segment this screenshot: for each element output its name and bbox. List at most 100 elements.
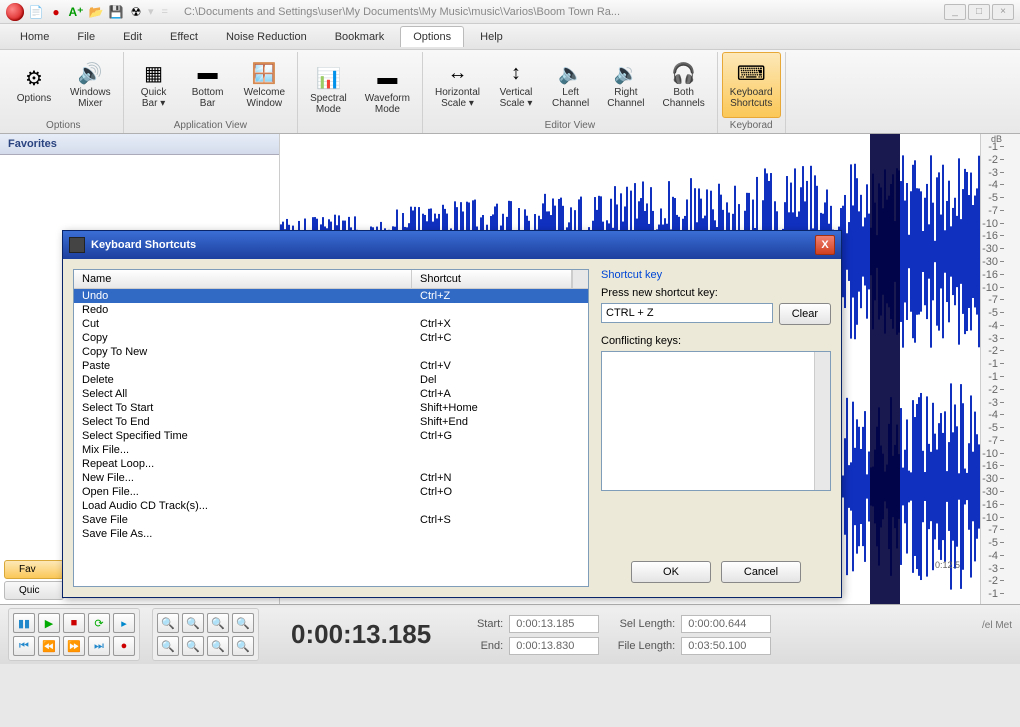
list-scrollbar[interactable] xyxy=(572,270,588,288)
ribbon-left[interactable]: 🔈LeftChannel xyxy=(544,52,597,118)
clear-button[interactable]: Clear xyxy=(779,303,831,325)
shortcut-name: Paste xyxy=(82,360,420,372)
ribbon-keyboard[interactable]: ⌨KeyboardShortcuts xyxy=(722,52,781,118)
shortcut-row[interactable]: UndoCtrl+Z xyxy=(74,289,588,303)
shortcut-name: Open File... xyxy=(82,486,420,498)
goto-start-button[interactable]: ⏮ xyxy=(13,636,35,656)
ribbon-label: VerticalScale ▾ xyxy=(500,87,533,109)
shortcut-row[interactable]: Select Specified TimeCtrl+G xyxy=(74,429,588,443)
shortcut-input[interactable] xyxy=(601,303,773,323)
dialog-close-button[interactable]: X xyxy=(815,235,835,255)
zoom-reset-button[interactable]: 🔍 xyxy=(207,636,229,656)
zoom-full-button[interactable]: 🔍 xyxy=(232,613,254,633)
shortcut-row[interactable]: Open File...Ctrl+O xyxy=(74,485,588,499)
conflict-scrollbar[interactable] xyxy=(814,352,830,490)
ribbon-quick[interactable]: ▦QuickBar ▾ xyxy=(128,52,180,118)
list-body[interactable]: UndoCtrl+ZRedoCutCtrl+XCopyCtrl+CCopy To… xyxy=(74,289,588,586)
tab-quick[interactable]: Quic xyxy=(4,581,64,600)
ribbon-vertical[interactable]: ↕VerticalScale ▾ xyxy=(490,52,542,118)
col-shortcut[interactable]: Shortcut xyxy=(412,270,572,288)
zoom-sel-button[interactable]: 🔍 xyxy=(207,613,229,633)
forward-button[interactable]: ⏩ xyxy=(63,636,85,656)
text-icon[interactable]: A⁺ xyxy=(68,4,84,20)
sidebar-header[interactable]: Favorites xyxy=(0,134,279,155)
dialog-title: Keyboard Shortcuts xyxy=(91,239,196,251)
shortcut-row[interactable]: Redo xyxy=(74,303,588,317)
shortcut-row[interactable]: Mix File... xyxy=(74,443,588,457)
shortcut-row[interactable]: Select AllCtrl+A xyxy=(74,387,588,401)
ribbon-icon: 🔈 xyxy=(557,61,585,85)
zoom-v-in-button[interactable]: 🔍 xyxy=(157,636,179,656)
ribbon-icon: ↔ xyxy=(443,61,471,85)
maximize-button[interactable]: □ xyxy=(968,4,990,20)
ribbon-bottom[interactable]: ▬BottomBar xyxy=(182,52,234,118)
ribbon-both[interactable]: 🎧BothChannels xyxy=(655,52,713,118)
tab-favorites[interactable]: Fav xyxy=(4,560,64,579)
shortcut-row[interactable]: PasteCtrl+V xyxy=(74,359,588,373)
play-selection-button[interactable]: ▸ xyxy=(113,613,135,633)
menu-options[interactable]: Options xyxy=(400,26,464,47)
shortcut-row[interactable]: Repeat Loop... xyxy=(74,457,588,471)
db-value: -10 xyxy=(982,512,998,524)
shortcut-row[interactable]: CopyCtrl+C xyxy=(74,331,588,345)
end-value[interactable]: 0:00:13.830 xyxy=(509,637,599,655)
file-length-value[interactable]: 0:03:50.100 xyxy=(681,637,771,655)
minimize-button[interactable]: _ xyxy=(944,4,966,20)
ribbon-welcome[interactable]: 🪟WelcomeWindow xyxy=(236,52,294,118)
play-loop-button[interactable]: ⟳ xyxy=(88,613,110,633)
shortcut-row[interactable]: Save File As... xyxy=(74,527,588,541)
shortcut-row[interactable]: Load Audio CD Track(s)... xyxy=(74,499,588,513)
shortcut-row[interactable]: Select To EndShift+End xyxy=(74,415,588,429)
shortcut-key-label: Shortcut key xyxy=(601,269,831,281)
play-button[interactable]: ▶ xyxy=(38,613,60,633)
menu-home[interactable]: Home xyxy=(8,27,61,47)
ok-button[interactable]: OK xyxy=(631,561,711,583)
open-icon[interactable]: 📂 xyxy=(88,4,104,20)
col-name[interactable]: Name xyxy=(74,270,412,288)
shortcut-row[interactable]: DeleteDel xyxy=(74,373,588,387)
ribbon-waveform[interactable]: ▬WaveformMode xyxy=(357,52,418,129)
stop-button[interactable]: ■ xyxy=(63,613,85,633)
shortcut-name: Cut xyxy=(82,318,420,330)
ribbon-group: ↔HorizontalScale ▾↕VerticalScale ▾🔈LeftC… xyxy=(423,52,718,133)
new-icon[interactable]: 📄 xyxy=(28,4,44,20)
selection-region[interactable] xyxy=(870,134,900,604)
shortcut-name: Redo xyxy=(82,304,420,316)
ribbon-right[interactable]: 🔉RightChannel xyxy=(599,52,652,118)
zoom-extra-button[interactable]: 🔍 xyxy=(232,636,254,656)
shortcut-row[interactable]: New File...Ctrl+N xyxy=(74,471,588,485)
conflicting-keys-box[interactable] xyxy=(601,351,831,491)
shortcut-row[interactable]: Select To StartShift+Home xyxy=(74,401,588,415)
dialog-titlebar[interactable]: Keyboard Shortcuts X xyxy=(63,231,841,259)
ribbon-spectral[interactable]: 📊SpectralMode xyxy=(302,52,355,129)
shortcut-row[interactable]: CutCtrl+X xyxy=(74,317,588,331)
rewind-button[interactable]: ⏪ xyxy=(38,636,60,656)
pause-button[interactable]: ▮▮ xyxy=(13,613,35,633)
record-button[interactable]: ● xyxy=(113,636,135,656)
db-value: -3 xyxy=(988,167,998,179)
zoom-in-button[interactable]: 🔍 xyxy=(157,613,179,633)
menu-edit[interactable]: Edit xyxy=(111,27,154,47)
menu-effect[interactable]: Effect xyxy=(158,27,210,47)
db-value: -3 xyxy=(988,563,998,575)
save-icon[interactable]: 💾 xyxy=(108,4,124,20)
ribbon-windows[interactable]: 🔊WindowsMixer xyxy=(62,52,119,118)
shortcut-row[interactable]: Copy To New xyxy=(74,345,588,359)
db-value: -1 xyxy=(988,141,998,153)
record-icon[interactable]: ● xyxy=(48,4,64,20)
ribbon-horizontal[interactable]: ↔HorizontalScale ▾ xyxy=(427,52,488,118)
start-value[interactable]: 0:00:13.185 xyxy=(509,615,599,633)
cancel-button[interactable]: Cancel xyxy=(721,561,801,583)
menu-bookmark[interactable]: Bookmark xyxy=(323,27,397,47)
burn-icon[interactable]: ☢ xyxy=(128,4,144,20)
sel-length-value[interactable]: 0:00:00.644 xyxy=(681,615,771,633)
close-button[interactable]: × xyxy=(992,4,1014,20)
menu-help[interactable]: Help xyxy=(468,27,515,47)
zoom-out-button[interactable]: 🔍 xyxy=(182,613,204,633)
menu-noise-reduction[interactable]: Noise Reduction xyxy=(214,27,319,47)
shortcut-row[interactable]: Save FileCtrl+S xyxy=(74,513,588,527)
goto-end-button[interactable]: ⏭ xyxy=(88,636,110,656)
ribbon-options[interactable]: ⚙Options xyxy=(8,52,60,118)
menu-file[interactable]: File xyxy=(65,27,107,47)
zoom-v-out-button[interactable]: 🔍 xyxy=(182,636,204,656)
